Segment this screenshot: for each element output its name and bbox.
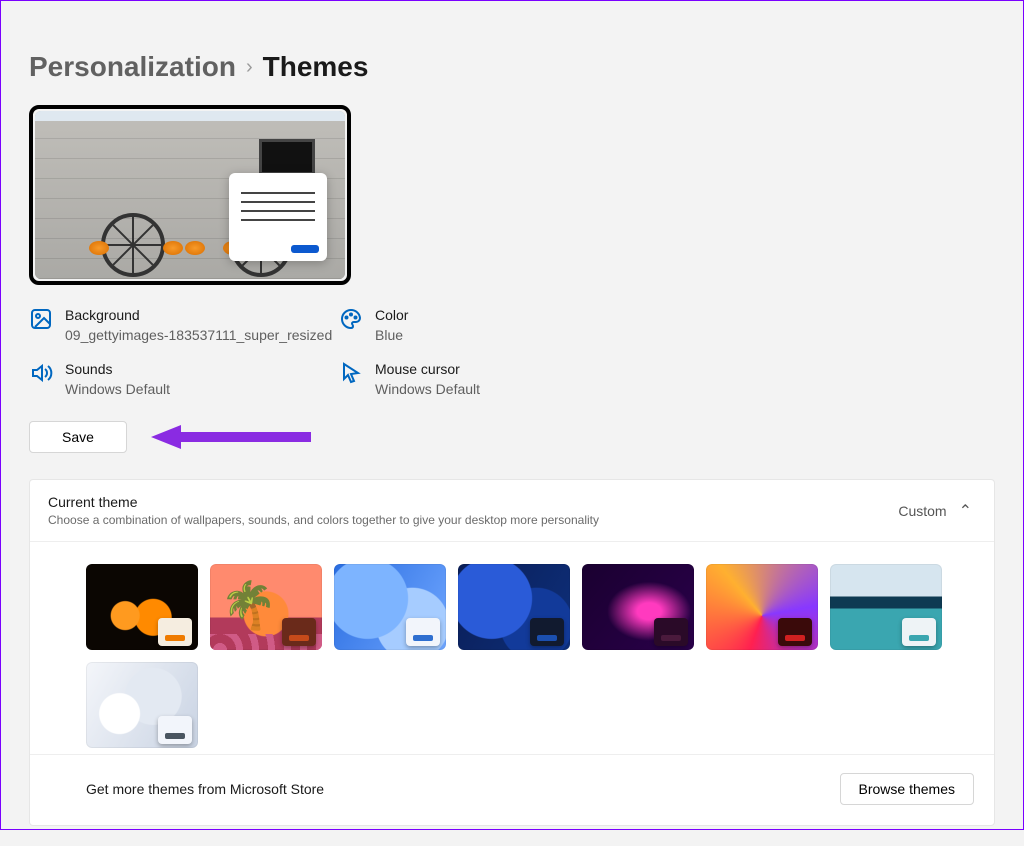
theme-option[interactable] (458, 564, 570, 650)
color-value: Blue (375, 327, 408, 343)
browse-themes-button[interactable]: Browse themes (840, 773, 974, 805)
current-theme-title: Current theme (48, 494, 599, 510)
cursor-value: Windows Default (375, 381, 480, 397)
theme-option[interactable] (86, 564, 198, 650)
theme-option[interactable] (334, 564, 446, 650)
speaker-icon (29, 361, 53, 385)
theme-option[interactable] (86, 662, 198, 748)
store-footer-text: Get more themes from Microsoft Store (86, 781, 324, 797)
color-title: Color (375, 307, 408, 323)
theme-option[interactable] (706, 564, 818, 650)
background-setting[interactable]: Background 09_gettyimages-183537111_supe… (29, 307, 339, 343)
cursor-icon (339, 361, 363, 385)
current-theme-subtitle: Choose a combination of wallpapers, soun… (48, 513, 599, 527)
breadcrumb: Personalization › Themes (29, 51, 995, 83)
sounds-value: Windows Default (65, 381, 170, 397)
palette-icon (339, 307, 363, 331)
theme-option[interactable] (830, 564, 942, 650)
image-icon (29, 307, 53, 331)
cursor-title: Mouse cursor (375, 361, 480, 377)
save-button[interactable]: Save (29, 421, 127, 453)
breadcrumb-parent[interactable]: Personalization (29, 51, 236, 83)
background-value: 09_gettyimages-183537111_super_resized (65, 327, 332, 343)
current-theme-card: Current theme Choose a combination of wa… (29, 479, 995, 826)
window-preview-icon (229, 173, 327, 261)
theme-option[interactable] (582, 564, 694, 650)
breadcrumb-current: Themes (263, 51, 369, 83)
theme-option[interactable]: 🌴 (210, 564, 322, 650)
sounds-title: Sounds (65, 361, 170, 377)
chevron-up-icon[interactable]: ⌃ (959, 501, 972, 521)
current-theme-value: Custom (898, 503, 946, 519)
theme-grid: 🌴 (30, 542, 994, 754)
color-setting[interactable]: Color Blue (339, 307, 619, 343)
background-title: Background (65, 307, 332, 323)
sounds-setting[interactable]: Sounds Windows Default (29, 361, 339, 397)
current-theme-header[interactable]: Current theme Choose a combination of wa… (30, 480, 994, 542)
chevron-right-icon: › (246, 56, 253, 79)
cursor-setting[interactable]: Mouse cursor Windows Default (339, 361, 619, 397)
annotation-arrow-icon (151, 423, 311, 451)
theme-preview (29, 105, 351, 285)
